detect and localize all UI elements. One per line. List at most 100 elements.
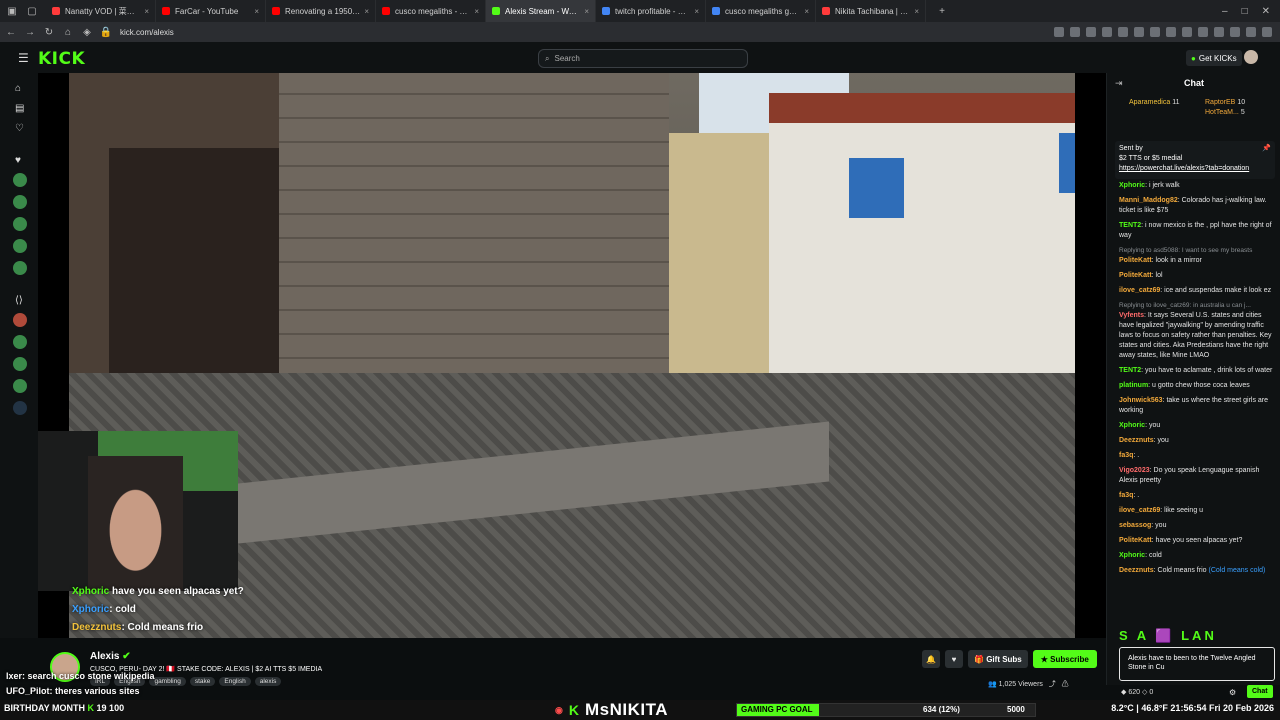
new-tab-icon[interactable]: +	[934, 3, 950, 19]
followed-channel-avatar[interactable]	[13, 173, 27, 187]
chat-username[interactable]: Vigo2023	[1119, 467, 1150, 474]
menu-icon[interactable]: ☰	[18, 51, 29, 65]
browser-tab[interactable]: Alexis Stream - Watch Live ×	[486, 0, 596, 22]
chat-message[interactable]: fa3q: .	[1119, 451, 1275, 461]
maximize-button[interactable]: □	[1242, 6, 1248, 17]
followed-channel-avatar[interactable]	[13, 195, 27, 209]
tab-close-icon[interactable]: ×	[584, 7, 589, 16]
tab-close-icon[interactable]: ×	[474, 7, 479, 16]
browser-tab[interactable]: cusco megaliths google map - ×	[706, 0, 816, 22]
chat-username[interactable]: fa3q	[1119, 452, 1133, 459]
shield-icon[interactable]: ◈	[79, 27, 95, 38]
extension-icon[interactable]	[1150, 27, 1160, 37]
chat-message[interactable]: Replying to asd5088: I want to see my br…	[1119, 246, 1275, 266]
extension-icon[interactable]	[1054, 27, 1064, 37]
browser-tab[interactable]: twitch profitable - Google Sear ×	[596, 0, 706, 22]
chat-message[interactable]: TENT2: i now mexico is the , ppl have th…	[1119, 221, 1275, 241]
user-avatar[interactable]	[1244, 50, 1258, 64]
gift-subs-button[interactable]: 🎁 Gift Subs	[968, 650, 1028, 668]
report-icon[interactable]: ⚠	[1062, 681, 1069, 688]
top-gifter[interactable]: Aparamedica 11	[1129, 99, 1179, 106]
share-icon[interactable]: ⤴	[1049, 681, 1056, 688]
chat-message[interactable]: fa3q: .	[1119, 491, 1275, 501]
chat-username[interactable]: Deezznuts	[1119, 437, 1154, 444]
tab-close-icon[interactable]: ×	[914, 7, 919, 16]
top-gifter[interactable]: HotTeaM... 5	[1205, 109, 1245, 116]
chat-username[interactable]: Manni_Maddog82	[1119, 197, 1178, 204]
browser-tab[interactable]: Nikita Tachibana | 立花ニキタ ×	[816, 0, 926, 22]
chat-username[interactable]: Xphoric	[1119, 422, 1145, 429]
followed-channel-avatar[interactable]	[13, 239, 27, 253]
channel-points[interactable]: ◆ 620 ◇ 0	[1121, 688, 1153, 696]
url-field[interactable]: kick.com/alexis	[120, 28, 174, 37]
chat-message[interactable]: PoliteKatt: have you seen alpacas yet?	[1119, 536, 1275, 546]
send-chat-button[interactable]: Chat	[1247, 685, 1273, 698]
chat-message[interactable]: Johnwick563: take us where the street gi…	[1119, 396, 1275, 416]
kick-logo[interactable]: KICK	[38, 49, 85, 69]
browser-tab[interactable]: FarCar - YouTube ×	[156, 0, 266, 22]
chat-username[interactable]: Johnwick563	[1119, 397, 1163, 404]
favorites-nav-icon[interactable]: ♥	[15, 155, 21, 166]
minimize-button[interactable]: –	[1222, 6, 1228, 17]
chat-message[interactable]: Deezznuts: you	[1119, 436, 1275, 446]
following-nav-icon[interactable]: ♡	[15, 123, 24, 134]
extension-icon[interactable]	[1182, 27, 1192, 37]
tab-close-icon[interactable]: ×	[364, 7, 369, 16]
chat-message[interactable]: Replying to ilove_catz69: in australia u…	[1119, 301, 1275, 361]
chat-username[interactable]: TENT2	[1119, 222, 1141, 229]
browser-tab[interactable]: Nanatty VOD | 菜菜ななち猫VOD ×	[46, 0, 156, 22]
extension-icon[interactable]	[1102, 27, 1112, 37]
chat-username[interactable]: ilove_catz69	[1119, 287, 1160, 294]
extension-icon[interactable]	[1262, 27, 1272, 37]
reload-icon[interactable]: ↻	[41, 27, 57, 38]
chat-username[interactable]: Vyfents	[1119, 312, 1144, 319]
lock-icon[interactable]: 🔒	[98, 27, 114, 38]
settings-gear-icon[interactable]: ⚙	[1229, 688, 1236, 697]
chat-message[interactable]: Manni_Maddog82: Colorado has j-walking l…	[1119, 196, 1275, 216]
close-button[interactable]: ✕	[1262, 6, 1270, 17]
chat-message[interactable]: Deezznuts: Cold means frio (Cold means c…	[1119, 566, 1275, 576]
forward-icon[interactable]: →	[22, 27, 38, 38]
extension-icon[interactable]	[1086, 27, 1096, 37]
back-icon[interactable]: ←	[3, 27, 19, 38]
tab-close-icon[interactable]: ×	[804, 7, 809, 16]
window-menu-icon[interactable]: ▣	[4, 3, 20, 19]
recommended-channel-avatar[interactable]	[13, 379, 27, 393]
chat-message[interactable]: Xphoric: i jerk walk	[1119, 181, 1275, 191]
chat-username[interactable]: platinum	[1119, 382, 1148, 389]
browser-tab[interactable]: cusco megaliths - YouTube ×	[376, 0, 486, 22]
chat-username[interactable]: PoliteKatt	[1119, 257, 1152, 264]
browse-nav-icon[interactable]: ▤	[15, 103, 24, 114]
video-player[interactable]: Xphoric have you seen alpacas yet? Xphor…	[38, 73, 1106, 638]
heart-icon[interactable]: ♥	[945, 650, 963, 668]
chat-message[interactable]: PoliteKatt: lol	[1119, 271, 1275, 281]
top-gifter[interactable]: RaptorEB 10	[1205, 99, 1245, 106]
get-kicks-button[interactable]: ● Get KICKs	[1186, 50, 1242, 66]
chat-input[interactable]: Alexis have to been to the Twelve Angled…	[1119, 647, 1275, 681]
extension-icon[interactable]	[1230, 27, 1240, 37]
subscribe-button[interactable]: ★ Subscribe	[1032, 650, 1097, 668]
bell-icon[interactable]: 🔔	[922, 650, 940, 668]
recommended-nav-icon[interactable]: ⟨⟩	[15, 295, 23, 306]
tab-close-icon[interactable]: ×	[694, 7, 699, 16]
chat-message[interactable]: sebassog: you	[1119, 521, 1275, 531]
followed-channel-avatar[interactable]	[13, 261, 27, 275]
extension-icon[interactable]	[1070, 27, 1080, 37]
chat-message[interactable]: platinum: u gotto chew those coca leaves	[1119, 381, 1275, 391]
pin-icon[interactable]: 📌	[1262, 144, 1271, 154]
extension-icon[interactable]	[1246, 27, 1256, 37]
recommended-channel-avatar[interactable]	[13, 357, 27, 371]
extension-icon[interactable]	[1134, 27, 1144, 37]
extension-icon[interactable]	[1198, 27, 1208, 37]
chat-username[interactable]: ilove_catz69	[1119, 507, 1160, 514]
chat-username[interactable]: Deezznuts	[1119, 567, 1154, 574]
chat-message[interactable]: TENT2: you have to aclamate , drink lots…	[1119, 366, 1275, 376]
search-input[interactable]: ⌕ Search	[538, 49, 748, 68]
chat-username[interactable]: PoliteKatt	[1119, 537, 1152, 544]
recommended-channel-avatar[interactable]	[13, 313, 27, 327]
tab-close-icon[interactable]: ×	[254, 7, 259, 16]
home-icon[interactable]: ⌂	[60, 27, 76, 38]
chat-message[interactable]: Vigo2023: Do you speak Lenguague spanish…	[1119, 466, 1275, 486]
chat-message[interactable]: Xphoric: you	[1119, 421, 1275, 431]
chat-username[interactable]: sebassog	[1119, 522, 1151, 529]
